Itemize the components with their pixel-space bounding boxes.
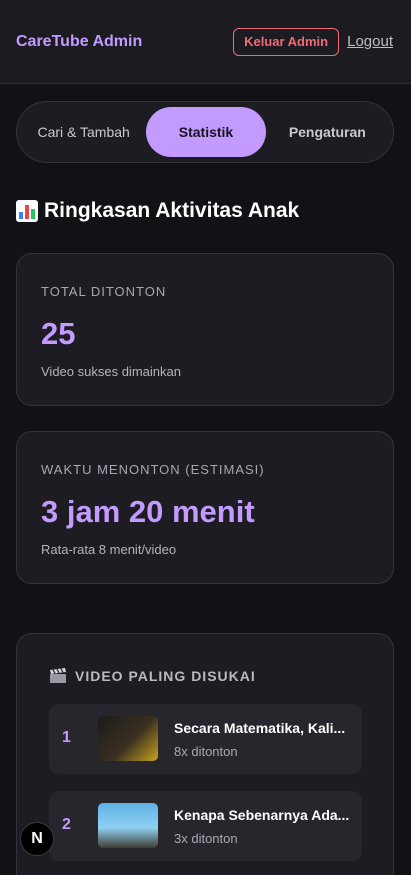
exit-admin-button[interactable]: Keluar Admin xyxy=(233,27,340,56)
framework-badge-icon[interactable]: N xyxy=(20,822,54,856)
total-watched-label: TOTAL DITONTON xyxy=(41,284,167,299)
header-actions: Keluar Admin Logout xyxy=(233,27,393,56)
video-rank: 1 xyxy=(62,729,71,746)
tab-bar: Cari & Tambah Statistik Pengaturan xyxy=(16,101,394,163)
video-title: Kenapa Sebenarnya Ada... xyxy=(174,807,350,823)
video-title: Secara Matematika, Kali... xyxy=(174,720,346,736)
video-rank: 2 xyxy=(62,816,71,833)
total-watched-value: 25 xyxy=(41,316,76,351)
favorite-video-item[interactable]: 1 Secara Matematika, Kali... 8x ditonton xyxy=(49,704,362,774)
video-view-count: 3x ditonton xyxy=(174,831,238,846)
section-title-text: Ringkasan Aktivitas Anak xyxy=(44,199,300,222)
favorite-videos-card: VIDEO PALING DISUKAI 1 Secara Matematika… xyxy=(16,633,394,875)
section-title: Ringkasan Aktivitas Anak xyxy=(16,199,299,223)
video-thumbnail xyxy=(98,803,158,848)
video-view-count: 8x ditonton xyxy=(174,744,238,759)
bar-chart-icon xyxy=(16,200,38,222)
tab-settings[interactable]: Pengaturan xyxy=(266,107,389,157)
app-header: CareTube Admin Keluar Admin Logout xyxy=(0,0,411,84)
logout-link[interactable]: Logout xyxy=(347,33,393,50)
favorite-videos-heading: VIDEO PALING DISUKAI xyxy=(49,668,256,684)
video-thumbnail xyxy=(98,716,158,761)
favorite-video-item[interactable]: 2 Kenapa Sebenarnya Ada... 3x ditonton xyxy=(49,791,362,861)
total-watched-subtext: Video sukses dimainkan xyxy=(41,364,181,379)
watch-time-subtext: Rata-rata 8 menit/video xyxy=(41,542,177,557)
watch-time-card: WAKTU MENONTON (ESTIMASI) 3 jam 20 menit… xyxy=(16,431,394,584)
tab-statistics[interactable]: Statistik xyxy=(146,107,266,157)
tab-search-add[interactable]: Cari & Tambah xyxy=(21,107,146,157)
total-watched-card: TOTAL DITONTON 25 Video sukses dimainkan xyxy=(16,253,394,406)
watch-time-label: WAKTU MENONTON (ESTIMASI) xyxy=(41,462,265,477)
clapperboard-icon xyxy=(50,668,66,683)
app-brand[interactable]: CareTube Admin xyxy=(16,33,142,51)
favorite-videos-title: VIDEO PALING DISUKAI xyxy=(75,668,256,684)
watch-time-value: 3 jam 20 menit xyxy=(41,494,255,529)
